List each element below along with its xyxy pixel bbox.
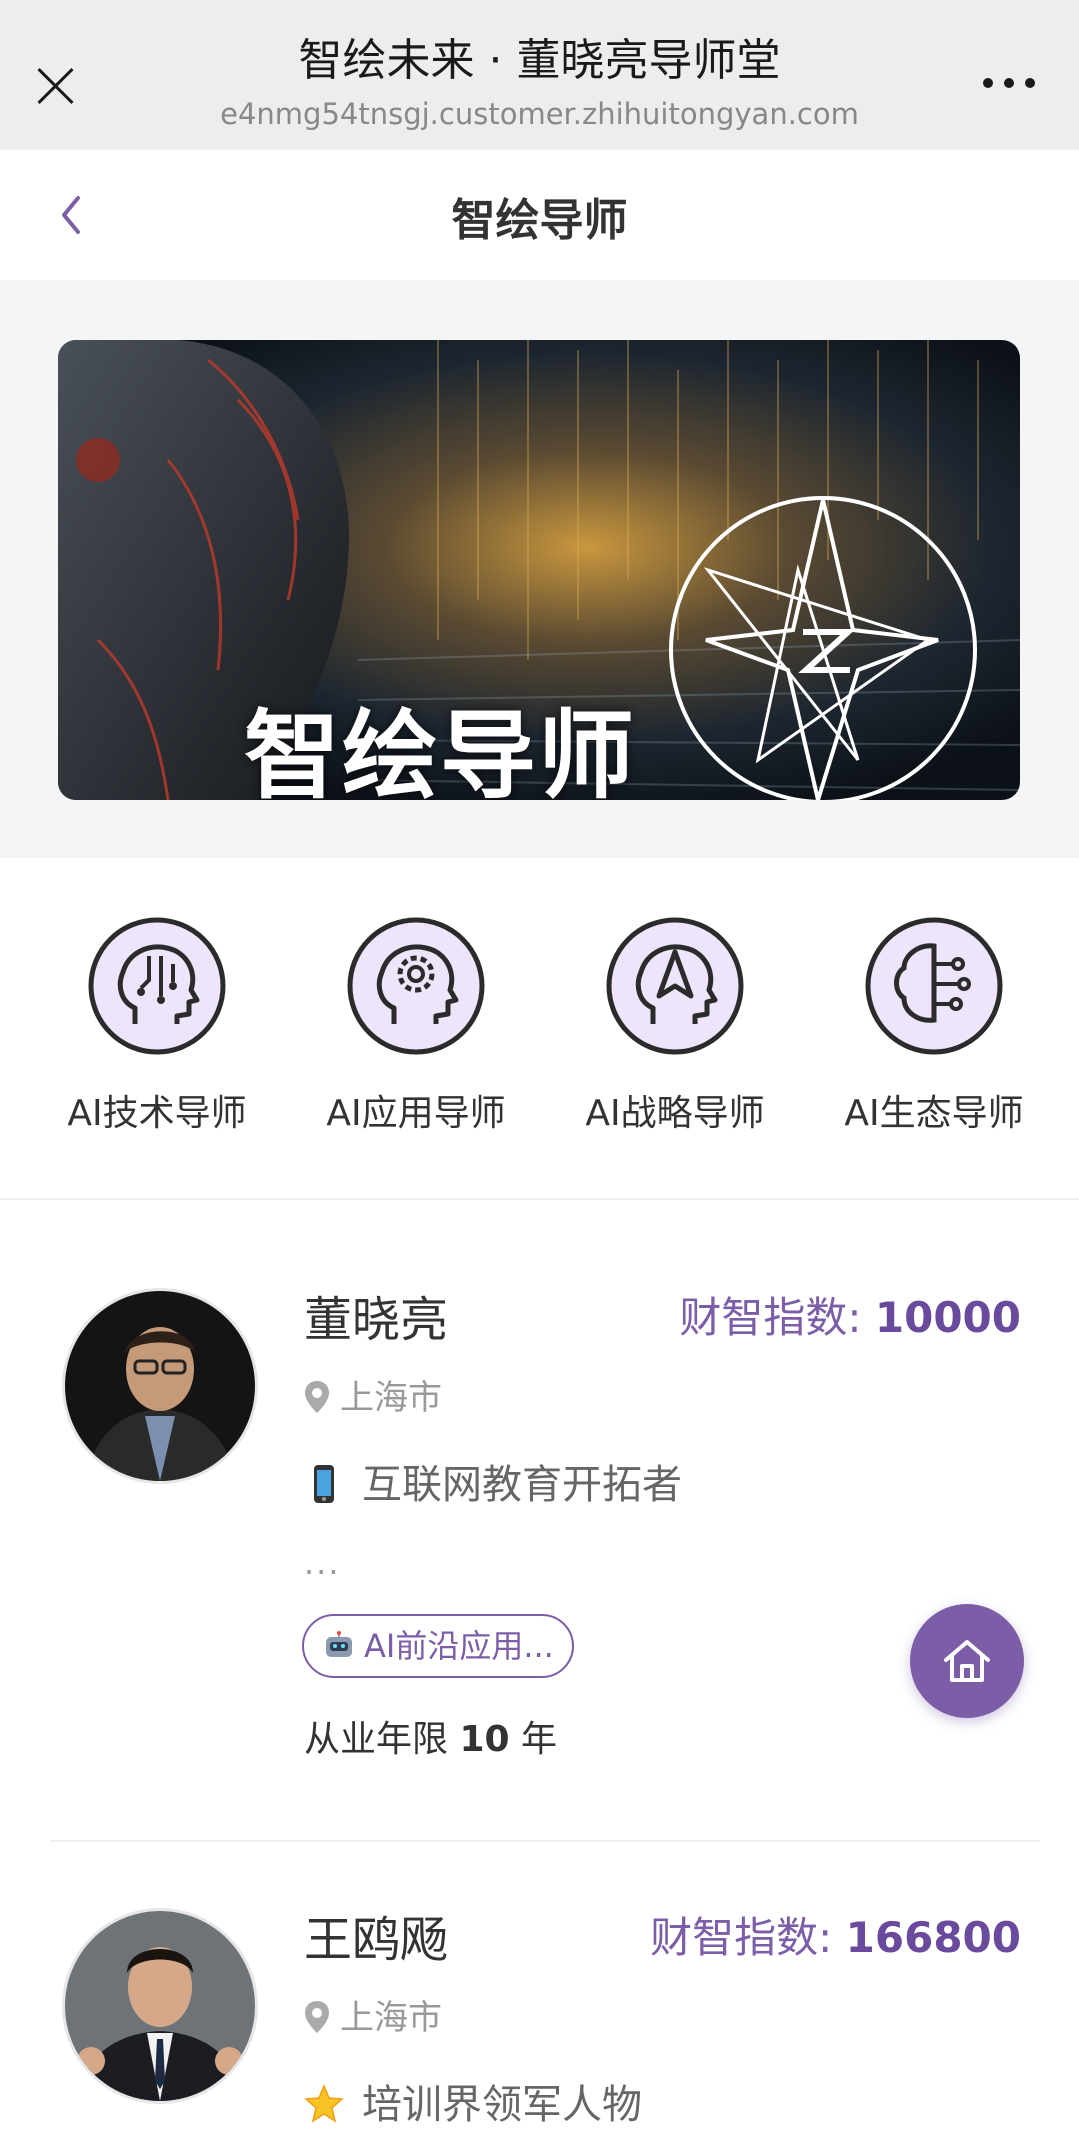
years-prefix: 从业年限 xyxy=(304,1719,460,1760)
circuit-head-icon xyxy=(88,917,226,1055)
webview-title: 智绘未来 · 董晓亮导师堂 xyxy=(298,35,781,86)
webview-top-bar: 智绘未来 · 董晓亮导师堂 e4nmg54tnsgj.customer.zhih… xyxy=(0,0,1079,150)
wealth-index-value: 166800 xyxy=(845,1913,1021,1962)
more-menu-icon[interactable] xyxy=(983,78,1035,88)
glowing-star-icon xyxy=(304,2084,344,2123)
mentor-description: 培训界领军人物 xyxy=(304,2072,642,2130)
category-nav: AI技术导师 AI应用导师 AI战略导师 AI生态导师 xyxy=(0,858,1079,1198)
description-text: 培训界领军人物 xyxy=(362,2082,642,2128)
tag-text: AI前沿应用... xyxy=(364,1627,554,1665)
category-ai-application[interactable]: AI应用导师 xyxy=(286,916,546,1136)
category-ai-ecosystem[interactable]: AI生态导师 xyxy=(804,916,1064,1136)
location-pin-icon xyxy=(305,2001,329,2033)
banner-image[interactable]: 智绘导师 xyxy=(58,340,1020,800)
specialty-tag[interactable]: AI前沿应用... xyxy=(302,1614,574,1678)
category-label: AI战略导师 xyxy=(585,1093,765,1134)
category-label: AI生态导师 xyxy=(844,1093,1024,1134)
mentor-name: 王鸥飏 xyxy=(304,1912,449,1968)
location-text: 上海市 xyxy=(340,1378,442,1418)
category-ai-tech[interactable]: AI技术导师 xyxy=(27,916,287,1136)
close-icon[interactable] xyxy=(28,58,84,114)
location: 上海市 xyxy=(304,1370,442,1419)
compass-head-icon xyxy=(606,917,744,1055)
location-text: 上海市 xyxy=(340,1998,442,2038)
banner-section: 智绘导师 xyxy=(0,280,1079,858)
robot-icon xyxy=(326,1631,352,1657)
avatar[interactable] xyxy=(62,1908,258,2104)
category-ai-strategy[interactable]: AI战略导师 xyxy=(545,916,805,1136)
wealth-index: 财智指数: 166800 xyxy=(650,1904,1021,1965)
category-label: AI应用导师 xyxy=(326,1093,506,1134)
wealth-index-label: 财智指数: xyxy=(679,1293,875,1342)
mentor-name: 董晓亮 xyxy=(304,1292,449,1348)
gear-head-icon xyxy=(347,917,485,1055)
years-value: 10 xyxy=(459,1719,510,1760)
location-pin-icon xyxy=(305,1381,329,1413)
page-header: 智绘导师 xyxy=(0,150,1079,280)
avatar[interactable] xyxy=(62,1288,258,1484)
wealth-index-value: 10000 xyxy=(874,1293,1021,1342)
banner-title: 智绘导师 xyxy=(244,700,636,800)
page-title: 智绘导师 xyxy=(451,195,628,246)
mentor-card[interactable]: 王鸥飏 财智指数: 166800 上海市 培训界领军人物 xyxy=(0,1842,1079,2144)
home-button[interactable] xyxy=(910,1604,1024,1718)
description-text: 互联网教育开拓者 xyxy=(362,1462,682,1508)
mentor-description: 互联网教育开拓者 xyxy=(304,1452,682,1510)
category-label: AI技术导师 xyxy=(67,1093,247,1134)
years-experience: 从业年限 10 年 xyxy=(304,1710,557,1762)
wealth-index-label: 财智指数: xyxy=(650,1913,846,1962)
brain-network-icon xyxy=(865,917,1003,1055)
years-suffix: 年 xyxy=(509,1719,558,1760)
mentor-card[interactable]: 董晓亮 财智指数: 10000 上海市 互联网教育开拓者 ... AI前沿应用.… xyxy=(0,1200,1079,1840)
description-more: ... xyxy=(304,1544,341,1582)
mobile-phone-icon xyxy=(314,1465,334,1503)
location: 上海市 xyxy=(304,1990,442,2039)
home-icon xyxy=(944,1640,990,1682)
wealth-index: 财智指数: 10000 xyxy=(679,1284,1021,1345)
webview-url: e4nmg54tnsgj.customer.zhihuitongyan.com xyxy=(220,97,859,131)
